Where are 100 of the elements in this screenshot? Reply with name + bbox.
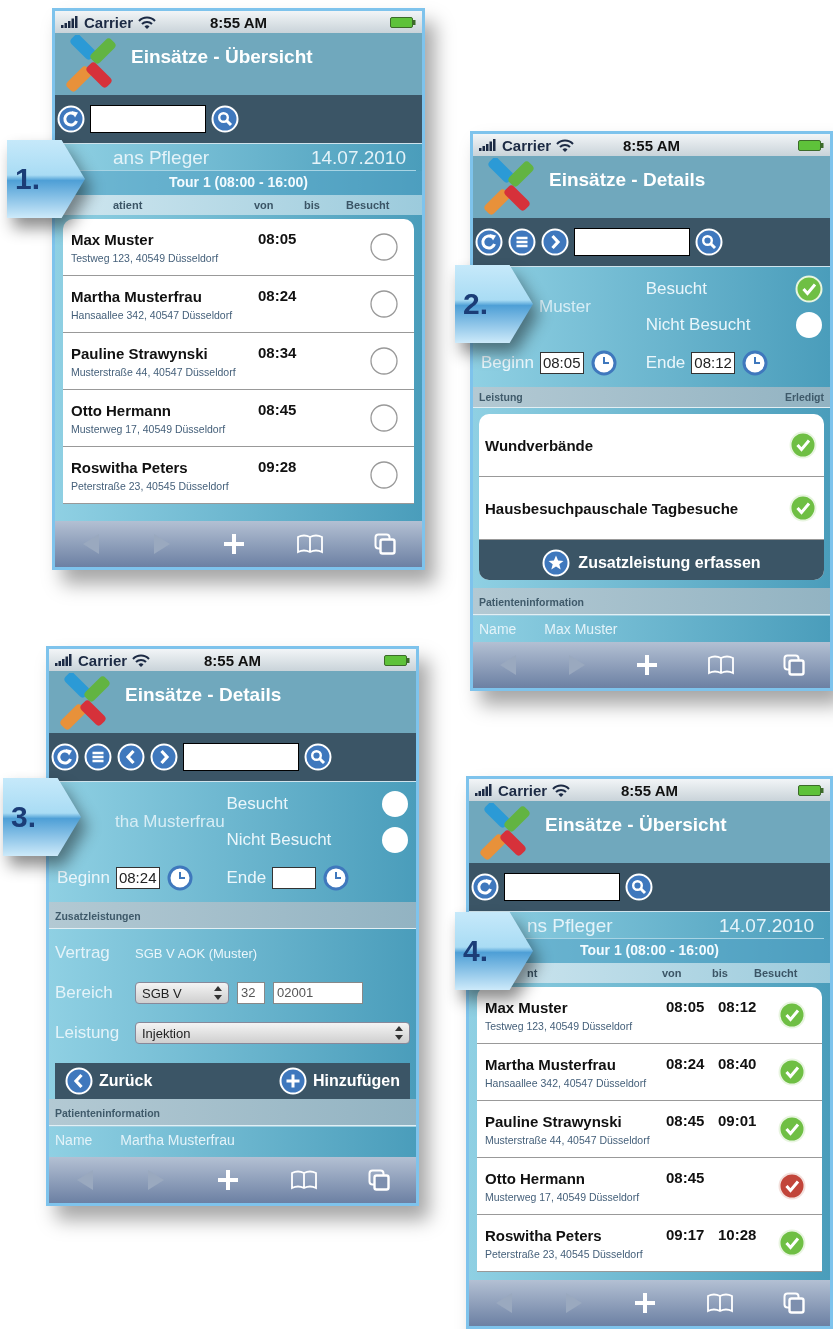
patient-row[interactable]: Martha Musterfrau Hansaallee 342, 40547 Düsseldorf 08:24 08:40 xyxy=(477,1044,822,1101)
screen-title: Einsätze - Übersicht xyxy=(545,814,727,836)
visit-status-icon[interactable] xyxy=(369,460,399,490)
patient-name: Muster xyxy=(538,297,592,317)
patient-name: Roswitha Peters xyxy=(485,1226,603,1244)
column-header: Besucht xyxy=(754,967,799,979)
list-icon[interactable] xyxy=(508,228,536,256)
pages-icon[interactable] xyxy=(368,1169,391,1191)
previous-icon[interactable] xyxy=(117,743,145,771)
pages-icon[interactable] xyxy=(783,654,806,676)
book-icon[interactable] xyxy=(296,534,323,554)
code-field[interactable]: 02001 xyxy=(273,982,363,1004)
screen-title: Einsätze - Details xyxy=(125,684,282,706)
start-time: 08:24 xyxy=(666,1055,706,1072)
tour-title: Tour 1 (08:00 - 16:00) xyxy=(169,174,308,190)
refresh-icon[interactable] xyxy=(475,228,503,256)
pages-icon[interactable] xyxy=(782,1292,805,1314)
clock-time: 8:55 AM xyxy=(623,136,680,154)
visited-checkbox[interactable] xyxy=(794,274,824,304)
column-header: atient xyxy=(113,199,144,211)
patient-row[interactable]: Otto Hermann Musterweg 17, 40549 Düsseldorf 08:45 xyxy=(63,390,414,447)
patient-row[interactable]: Roswitha Peters Peterstraße 23, 40545 Düsseldorf 09:28 xyxy=(63,447,414,504)
start-time: 08:34 xyxy=(258,344,298,361)
end-time-field[interactable]: 08:12 xyxy=(691,352,736,374)
add-service-button[interactable]: Zusatzleistung erfassen xyxy=(479,540,824,580)
done-checkbox[interactable] xyxy=(788,430,818,460)
plus-icon[interactable] xyxy=(278,1067,307,1095)
book-icon[interactable] xyxy=(290,1170,317,1190)
nurse-name: ans Pfleger xyxy=(113,147,210,169)
clock-icon[interactable] xyxy=(741,349,770,377)
end-time-field[interactable] xyxy=(272,867,317,889)
search-field[interactable] xyxy=(504,873,620,901)
next-icon[interactable] xyxy=(541,228,569,256)
book-icon[interactable] xyxy=(707,655,734,675)
clock-time: 8:55 AM xyxy=(210,13,267,31)
info-value: Max Muster xyxy=(544,621,618,637)
start-time: 09:17 xyxy=(666,1226,706,1243)
patient-row[interactable]: Pauline Strawynski Musterstraße 44, 40547 Düsseldorf 08:45 09:01 xyxy=(477,1101,822,1158)
previous-icon[interactable] xyxy=(65,1067,93,1095)
nurse-name: ns Pfleger xyxy=(527,915,613,937)
code-field[interactable]: 32 xyxy=(237,982,265,1004)
start-time: 08:05 xyxy=(666,998,706,1015)
search-field[interactable] xyxy=(90,105,206,133)
service-select[interactable]: Injektion xyxy=(135,1022,410,1044)
patient-row[interactable]: Pauline Strawynski Musterstraße 44, 40547 Düsseldorf 08:34 xyxy=(63,333,414,390)
refresh-icon[interactable] xyxy=(57,105,85,133)
visit-status-icon[interactable] xyxy=(369,289,399,319)
pages-icon[interactable] xyxy=(374,533,397,555)
not-visited-label: Nicht Besucht xyxy=(226,830,332,850)
visit-status-icon[interactable] xyxy=(369,232,399,262)
begin-label: Beginn xyxy=(481,353,534,373)
refresh-icon[interactable] xyxy=(51,743,79,771)
clock-icon[interactable] xyxy=(322,864,351,892)
search-field[interactable] xyxy=(574,228,690,256)
next-icon[interactable] xyxy=(150,743,178,771)
search-icon[interactable] xyxy=(211,105,239,133)
tour-title: Tour 1 (08:00 - 16:00) xyxy=(580,942,719,958)
not-visited-checkbox[interactable] xyxy=(794,310,824,340)
signal-icon xyxy=(61,16,79,28)
wifi-icon xyxy=(556,138,575,152)
area-select[interactable]: SGB V xyxy=(135,982,229,1004)
begin-time-field[interactable]: 08:05 xyxy=(539,352,584,374)
clock-icon[interactable] xyxy=(165,864,194,892)
not-visited-checkbox[interactable] xyxy=(380,825,410,855)
signal-icon xyxy=(55,654,73,666)
search-icon[interactable] xyxy=(625,873,653,901)
screen-title: Einsätze - Details xyxy=(549,169,706,191)
refresh-icon[interactable] xyxy=(471,873,499,901)
done-checkbox[interactable] xyxy=(788,493,818,523)
visited-checkbox[interactable] xyxy=(380,789,410,819)
patient-name: Otto Hermann xyxy=(485,1169,586,1187)
not-visited-label: Nicht Besucht xyxy=(645,315,751,335)
clock-time: 8:55 AM xyxy=(204,651,261,669)
section-title: Erledigt xyxy=(784,391,824,403)
contract-value: SGB V AOK (Muster) xyxy=(135,945,258,961)
start-time: 09:28 xyxy=(258,458,298,475)
info-value: Martha Musterfrau xyxy=(120,1132,235,1148)
search-icon[interactable] xyxy=(304,743,332,771)
section-title: Patienteninformation xyxy=(479,596,584,608)
clock-icon[interactable] xyxy=(589,349,618,377)
add-button[interactable]: Hinzufügen xyxy=(278,1067,400,1095)
search-icon[interactable] xyxy=(695,228,723,256)
patient-row[interactable]: Roswitha Peters Peterstraße 23, 40545 Düsseldorf 09:17 10:28 xyxy=(477,1215,822,1272)
start-time: 08:45 xyxy=(666,1169,706,1186)
back-button[interactable]: Zurück xyxy=(65,1067,153,1095)
visit-status-icon[interactable] xyxy=(369,346,399,376)
column-header: Besucht xyxy=(346,199,391,211)
list-icon[interactable] xyxy=(84,743,112,771)
updown-icon xyxy=(214,986,222,1000)
begin-time-field[interactable]: 08:24 xyxy=(115,867,160,889)
start-time: 08:24 xyxy=(258,287,298,304)
service-name: Wundverbände xyxy=(485,436,594,454)
patient-row[interactable]: Otto Hermann Musterweg 17, 40549 Düsseldorf 08:45 xyxy=(477,1158,822,1215)
visit-status-icon[interactable] xyxy=(369,403,399,433)
book-icon[interactable] xyxy=(706,1293,733,1313)
patient-row[interactable]: Max Muster Testweg 123, 40549 Düsseldorf 08:05 xyxy=(63,219,414,276)
tour-date: 14.07.2010 xyxy=(310,147,406,169)
search-field[interactable] xyxy=(183,743,299,771)
service-name: Hausbesuchpauschale Tagbesuche xyxy=(485,499,739,517)
patient-row[interactable]: Martha Musterfrau Hansaallee 342, 40547 Düsseldorf 08:24 xyxy=(63,276,414,333)
